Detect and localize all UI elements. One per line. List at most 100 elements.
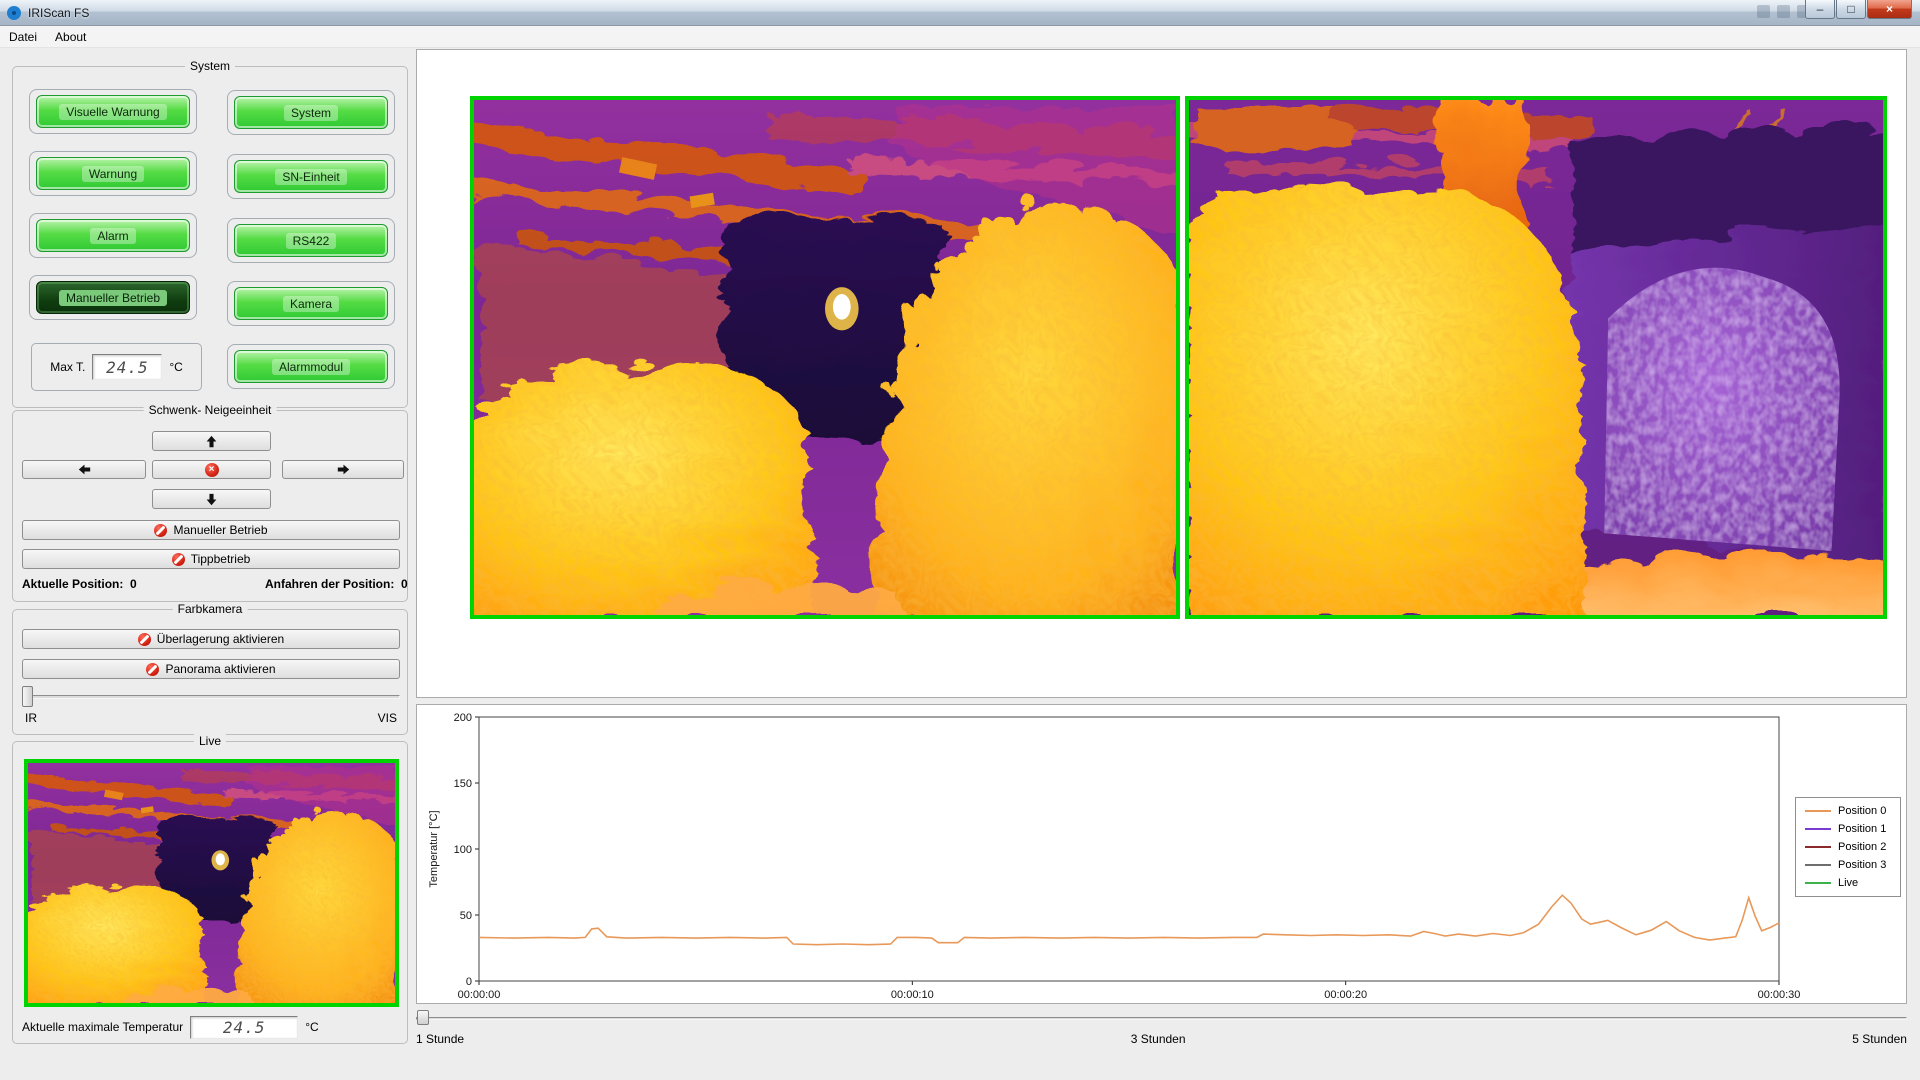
glass-tray-artifact xyxy=(1777,5,1790,18)
timeline-label-3h: 3 Stunden xyxy=(1131,1032,1186,1046)
pan-tilt-groupbox-title: Schwenk- Neigeeinheit xyxy=(144,403,277,417)
close-icon: × xyxy=(1886,3,1893,15)
jog-mode-button[interactable]: Tippbetrieb xyxy=(22,549,400,569)
current-position: Aktuelle Position: 0 xyxy=(22,577,137,591)
current-max-temp-display: 24.5 xyxy=(190,1016,298,1039)
timeline-labels: 1 Stunde 3 Stunden 5 Stunden xyxy=(416,1032,1907,1046)
minimize-icon: – xyxy=(1817,3,1824,15)
live-groupbox: Live Aktuelle maximale Temperatur 24.5 °… xyxy=(12,741,408,1044)
visuelle-warnung-button[interactable]: Visuelle Warnung xyxy=(36,95,190,128)
svg-text:00:00:30: 00:00:30 xyxy=(1758,989,1801,1001)
thermal-image-left xyxy=(470,96,1180,619)
menu-about[interactable]: About xyxy=(46,27,95,47)
window-title: IRIScan FS xyxy=(28,6,89,20)
svg-text:0: 0 xyxy=(466,976,472,988)
warnung-frame: Warnung xyxy=(29,151,197,196)
glass-tray-artifact xyxy=(1757,5,1770,18)
current-max-temp-unit: °C xyxy=(305,1020,318,1034)
legend-line-swatch xyxy=(1805,882,1831,884)
legend-entry: Position 3 xyxy=(1805,859,1891,871)
timeline-slider-track[interactable] xyxy=(416,1017,1907,1020)
max-t-label: Max T. xyxy=(50,360,85,374)
stop-button[interactable]: × xyxy=(152,460,271,479)
minimize-button[interactable]: – xyxy=(1805,0,1835,19)
ir-vis-slider-handle[interactable] xyxy=(22,686,33,707)
vis-label: VIS xyxy=(378,711,397,725)
menubar: Datei About xyxy=(0,26,1920,48)
max-t-input[interactable]: 24.5 xyxy=(92,354,162,380)
system-button[interactable]: System xyxy=(234,96,388,129)
manual-mode-button[interactable]: Manueller Betrieb xyxy=(22,520,400,540)
window-controls: – □ × xyxy=(1804,0,1912,19)
pan-right-button[interactable] xyxy=(282,460,404,479)
live-thermal-thumbnail xyxy=(24,759,399,1007)
svg-text:00:00:10: 00:00:10 xyxy=(891,989,934,1001)
visuelle-warnung-frame: Visuelle Warnung xyxy=(29,89,197,134)
chart-legend: Position 0 Position 1 Position 2 Positio… xyxy=(1795,797,1901,897)
pan-left-button[interactable] xyxy=(22,460,146,479)
prohibition-icon xyxy=(154,524,167,537)
legend-entry: Position 2 xyxy=(1805,841,1891,853)
temperature-chart: 0 50 100 150 200 00:00:00 00:00:10 00:00:20 00:0… xyxy=(417,705,1906,1003)
prohibition-icon xyxy=(146,663,159,676)
max-t-frame: Max T. 24.5 °C xyxy=(31,343,202,391)
legend-entry: Position 1 xyxy=(1805,823,1891,835)
overlay-activate-button[interactable]: Überlagerung aktivieren xyxy=(22,629,400,649)
system-groupbox-title: System xyxy=(185,59,235,73)
ir-vis-slider-track[interactable] xyxy=(22,695,400,699)
close-button[interactable]: × xyxy=(1867,0,1912,19)
sn-einheit-frame: SN-Einheit xyxy=(227,154,395,199)
maximize-icon: □ xyxy=(1847,3,1854,15)
timeline-label-1h: 1 Stunde xyxy=(416,1032,464,1046)
left-arrow-icon xyxy=(78,463,91,476)
thermal-image-right xyxy=(1185,96,1887,619)
alarm-button[interactable]: Alarm xyxy=(36,219,190,252)
timeline-slider[interactable] xyxy=(416,1010,1907,1026)
rs422-frame: RS422 xyxy=(227,218,395,263)
system-groupbox: System Visuelle Warnung Warnung Alarm Ma… xyxy=(12,66,408,408)
sn-einheit-button[interactable]: SN-Einheit xyxy=(234,160,388,193)
kamera-frame: Kamera xyxy=(227,281,395,326)
color-camera-groupbox-title: Farbkamera xyxy=(173,602,248,616)
svg-text:00:00:00: 00:00:00 xyxy=(458,989,501,1001)
legend-line-swatch xyxy=(1805,864,1831,866)
svg-text:50: 50 xyxy=(460,910,472,922)
ir-vis-slider[interactable] xyxy=(22,686,400,708)
legend-line-swatch xyxy=(1805,828,1831,830)
svg-text:150: 150 xyxy=(454,778,472,790)
legend-entry: Position 0 xyxy=(1805,805,1891,817)
legend-line-swatch xyxy=(1805,846,1831,848)
alarmmodul-button[interactable]: Alarmmodul xyxy=(234,350,388,383)
max-t-unit: °C xyxy=(169,360,182,374)
manueller-betrieb-status-button[interactable]: Manueller Betrieb xyxy=(36,281,190,314)
rs422-button[interactable]: RS422 xyxy=(234,224,388,257)
tilt-up-button[interactable] xyxy=(152,431,271,451)
up-arrow-icon xyxy=(205,435,218,448)
target-position-value: 0 xyxy=(401,577,408,591)
svg-text:200: 200 xyxy=(454,712,472,724)
legend-entry: Live xyxy=(1805,877,1891,889)
live-groupbox-title: Live xyxy=(194,734,226,748)
stop-icon: × xyxy=(205,463,219,477)
right-arrow-icon xyxy=(337,463,350,476)
warnung-button[interactable]: Warnung xyxy=(36,157,190,190)
panorama-activate-button[interactable]: Panorama aktivieren xyxy=(22,659,400,679)
thermal-display-panel xyxy=(416,49,1907,698)
svg-text:00:00:20: 00:00:20 xyxy=(1324,989,1367,1001)
timeline-label-5h: 5 Stunden xyxy=(1852,1032,1907,1046)
prohibition-icon xyxy=(138,633,151,646)
menu-datei[interactable]: Datei xyxy=(0,27,46,47)
tilt-down-button[interactable] xyxy=(152,489,271,509)
alarmmodul-frame: Alarmmodul xyxy=(227,344,395,389)
alarm-frame: Alarm xyxy=(29,213,197,258)
svg-text:Temperatur [°C]: Temperatur [°C] xyxy=(428,810,440,887)
timeline-slider-handle[interactable] xyxy=(417,1010,429,1025)
manueller-betrieb-status-frame: Manueller Betrieb xyxy=(29,275,197,320)
ir-label: IR xyxy=(25,711,37,725)
titlebar: IRIScan FS – □ × xyxy=(0,0,1920,26)
maximize-button[interactable]: □ xyxy=(1836,0,1866,19)
current-max-temp-label: Aktuelle maximale Temperatur xyxy=(22,1020,183,1034)
pan-tilt-groupbox: Schwenk- Neigeeinheit × Manueller Betrie… xyxy=(12,410,408,602)
svg-text:100: 100 xyxy=(454,844,472,856)
kamera-button[interactable]: Kamera xyxy=(234,287,388,320)
